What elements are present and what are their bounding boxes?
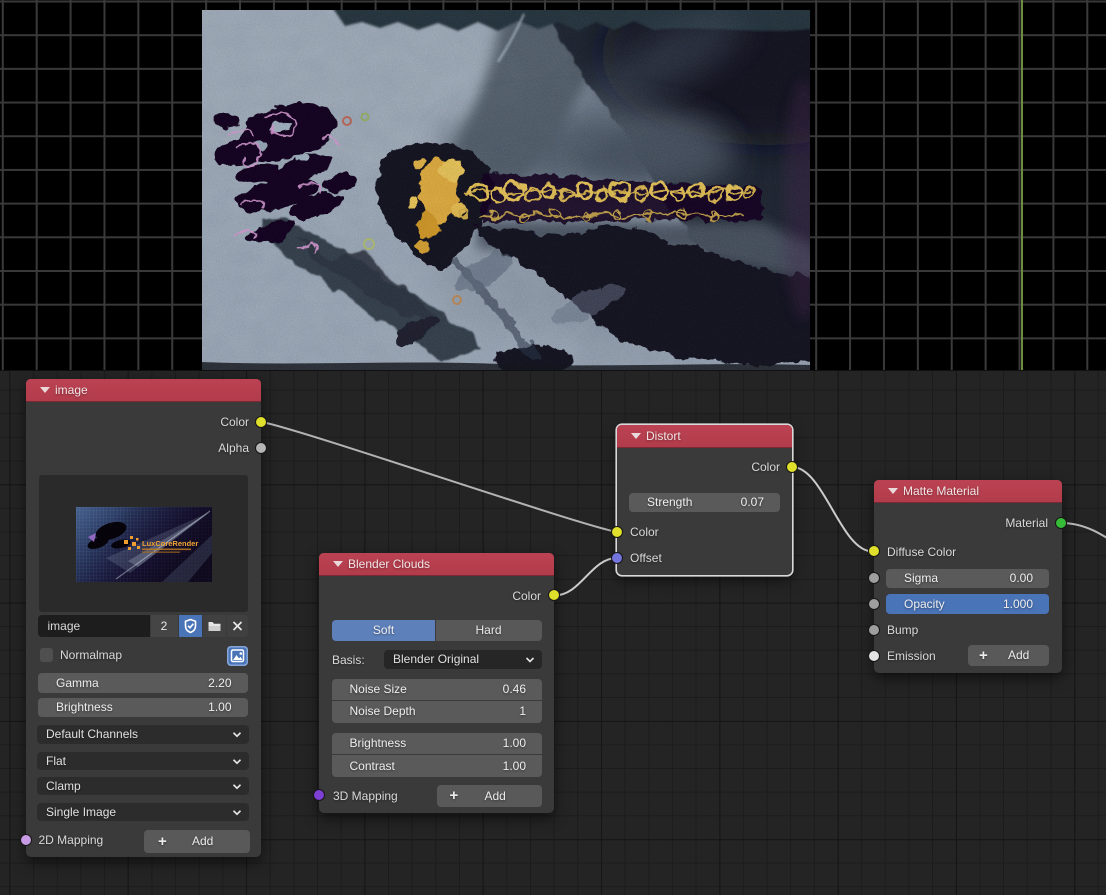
svg-text:LuxCoreRender: LuxCoreRender <box>142 539 198 548</box>
